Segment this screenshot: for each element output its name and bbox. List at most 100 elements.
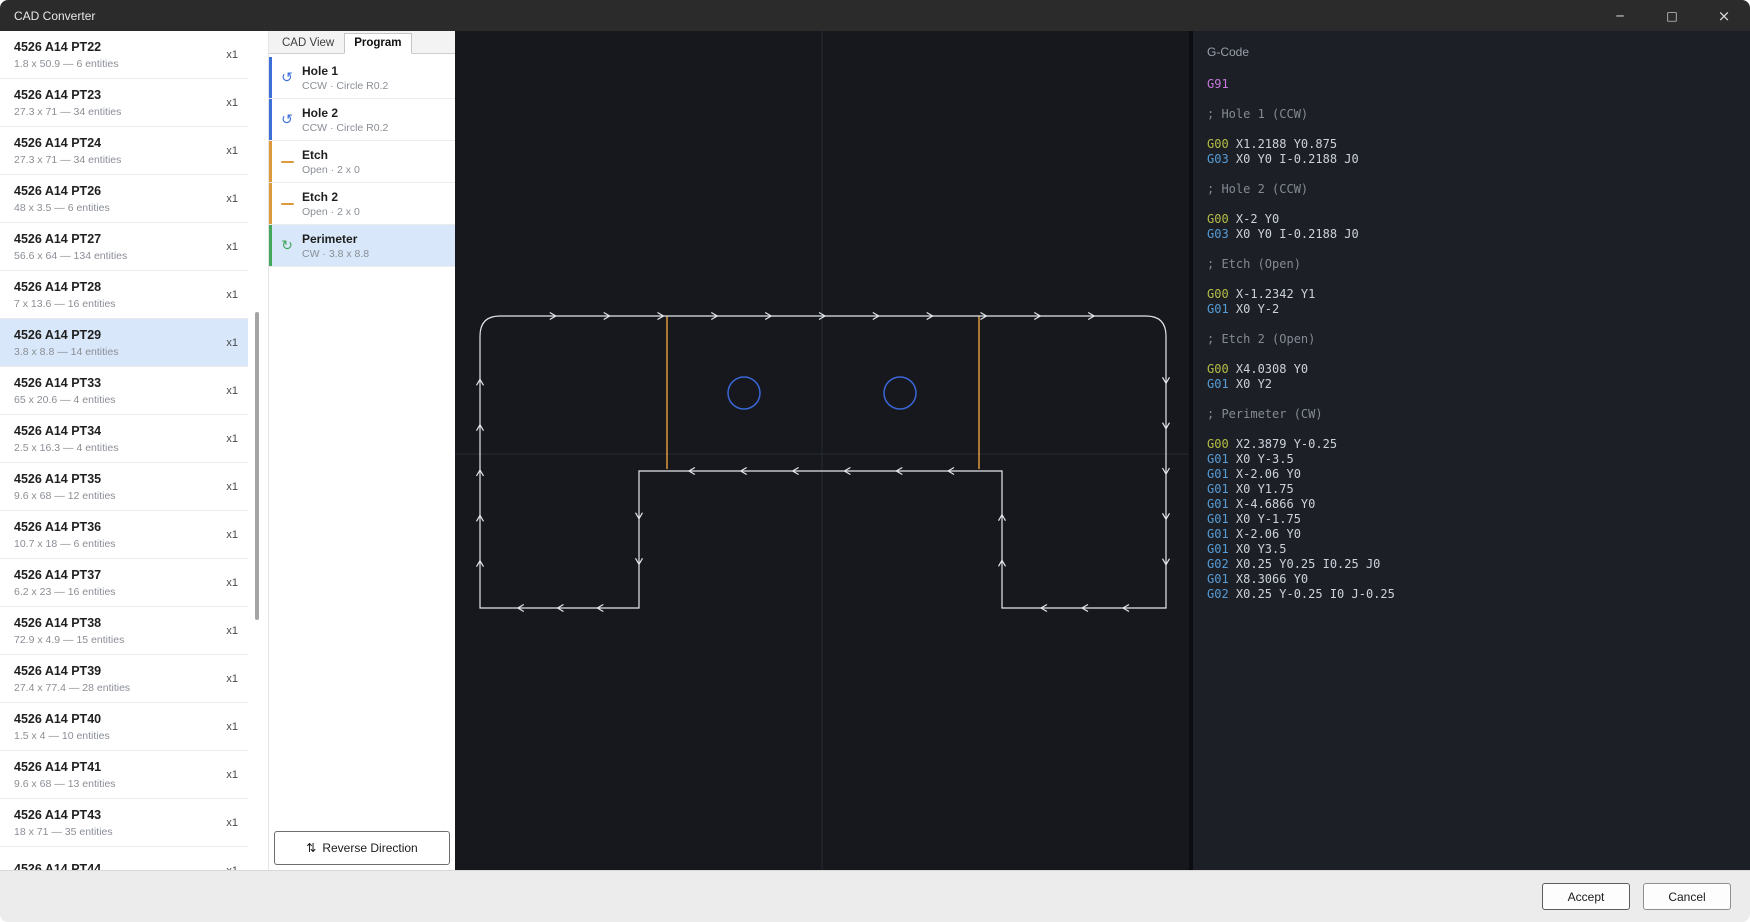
- parts-sidebar: 4526 A14 PT221.8 x 50.9 — 6 entitiesx145…: [0, 31, 248, 870]
- tab-program[interactable]: Program: [344, 33, 411, 54]
- part-list-item[interactable]: 4526 A14 PT3365 x 20.6 — 4 entitiesx1: [0, 367, 248, 415]
- part-info: 4526 A14 PT35 9.6 x 68 — 12 entities: [14, 471, 218, 501]
- window-title: CAD Converter: [0, 9, 95, 23]
- part-name: 4526 A14 PT41: [14, 759, 218, 775]
- cw-arrow-icon: ↻: [277, 237, 297, 254]
- part-quantity: x1: [226, 481, 238, 493]
- part-name: 4526 A14 PT28: [14, 279, 218, 295]
- part-quantity: x1: [226, 385, 238, 397]
- part-quantity: x1: [226, 817, 238, 829]
- part-list-item[interactable]: 4526 A14 PT419.6 x 68 — 13 entitiesx1: [0, 751, 248, 799]
- reverse-direction-button[interactable]: ⇅ Reverse Direction: [274, 831, 450, 865]
- operation-item[interactable]: ↺Hole 1CCW · Circle R0.2: [269, 57, 455, 99]
- part-list-item[interactable]: 4526 A14 PT2648 x 3.5 — 6 entities x1: [0, 175, 248, 223]
- etch-dash-shape: [281, 203, 294, 205]
- part-name: 4526 A14 PT44: [14, 861, 218, 870]
- gcode-line: G01 X0 Y-1.75: [1207, 512, 1738, 527]
- part-list-item[interactable]: 4526 A14 PT401.5 x 4 — 10 entitiesx1: [0, 703, 248, 751]
- operation-color-strip: [269, 141, 272, 182]
- gcode-line: [1207, 122, 1738, 137]
- part-meta: 27.4 x 77.4 — 28 entities: [14, 682, 218, 694]
- part-list-item[interactable]: 4526 A14 PT22 1.8 x 50.9 — 6 entities x1: [0, 31, 248, 79]
- part-list-item[interactable]: 4526 A14 PT4318 x 71 — 35 entitiesx1: [0, 799, 248, 847]
- part-quantity: x1: [226, 145, 238, 157]
- part-quantity: x1: [226, 193, 238, 205]
- part-list-item[interactable]: 4526 A14 PT342.5 x 16.3 — 4 entitiesx1: [0, 415, 248, 463]
- part-list-item[interactable]: 4526 A14 PT3872.9 x 4.9 — 15 entitiesx1: [0, 607, 248, 655]
- part-name: 4526 A14 PT35: [14, 471, 218, 487]
- sidebar-scrollbar-thumb[interactable]: [255, 312, 259, 620]
- part-list-item[interactable]: 4526 A14 PT287 x 13.6 — 16 entitiesx1: [0, 271, 248, 319]
- gcode-line: G01 X0 Y1.75: [1207, 482, 1738, 497]
- part-name: 4526 A14 PT23: [14, 87, 218, 103]
- part-meta: 48 x 3.5 — 6 entities: [14, 202, 218, 214]
- cad-drawing: [455, 31, 1189, 870]
- part-list-item[interactable]: 4526 A14 PT3610.7 x 18 — 6 entitiesx1: [0, 511, 248, 559]
- gcode-line: G01 X-2.06 Y0: [1207, 527, 1738, 542]
- gcode-line: ; Perimeter (CW): [1207, 407, 1738, 422]
- etch-line-icon: [277, 161, 297, 163]
- gcode-line: [1207, 92, 1738, 107]
- part-quantity: x1: [226, 241, 238, 253]
- part-list-item[interactable]: 4526 A14 PT376.2 x 23 — 16 entitiesx1: [0, 559, 248, 607]
- close-button[interactable]: ×: [1698, 0, 1750, 31]
- part-quantity: x1: [226, 289, 238, 301]
- operation-color-strip: [269, 99, 272, 140]
- tab-cad-view[interactable]: CAD View: [272, 33, 344, 53]
- part-list-item[interactable]: 4526 A14 PT35 9.6 x 68 — 12 entities x1: [0, 463, 248, 511]
- operation-item[interactable]: ↺Hole 2CCW · Circle R0.2: [269, 99, 455, 141]
- operation-info: Etch 2Open · 2 x 0: [302, 190, 360, 218]
- gcode-line: G00 X-2 Y0: [1207, 212, 1738, 227]
- part-meta: 1.8 x 50.9 — 6 entities: [14, 58, 218, 70]
- gcode-line: G00 X1.2188 Y0.875: [1207, 137, 1738, 152]
- part-quantity: x1: [226, 49, 238, 61]
- accept-button[interactable]: Accept: [1542, 883, 1630, 910]
- part-meta: 27.3 x 71 — 34 entities: [14, 154, 218, 166]
- gcode-line: G00 X-1.2342 Y1: [1207, 287, 1738, 302]
- operation-meta: Open · 2 x 0: [302, 206, 360, 218]
- maximize-button[interactable]: □: [1646, 0, 1698, 31]
- gcode-line: G01 X-4.6866 Y0: [1207, 497, 1738, 512]
- gcode-line: [1207, 167, 1738, 182]
- minimize-button[interactable]: ─: [1594, 0, 1646, 31]
- part-info: 4526 A14 PT376.2 x 23 — 16 entities: [14, 567, 218, 597]
- operation-color-strip: [269, 183, 272, 224]
- part-meta: 27.3 x 71 — 34 entities: [14, 106, 218, 118]
- part-list-item[interactable]: 4526 A14 PT2327.3 x 71 — 34 entitiesx1: [0, 79, 248, 127]
- part-meta: 72.9 x 4.9 — 15 entities: [14, 634, 218, 646]
- gcode-line: G01 X-2.06 Y0: [1207, 467, 1738, 482]
- sidebar-scrollbar-track[interactable]: [248, 31, 268, 870]
- cad-canvas[interactable]: [455, 31, 1193, 870]
- operation-item[interactable]: EtchOpen · 2 x 0: [269, 141, 455, 183]
- gcode-line: G91: [1207, 77, 1738, 92]
- part-list-item[interactable]: 4526 A14 PT44x1: [0, 847, 248, 870]
- part-info: 4526 A14 PT2648 x 3.5 — 6 entities: [14, 183, 218, 213]
- etch-line-icon: [277, 203, 297, 205]
- cancel-button[interactable]: Cancel: [1643, 883, 1731, 910]
- part-info: 4526 A14 PT293.8 x 8.8 — 14 entities: [14, 327, 218, 357]
- part-list-item[interactable]: 4526 A14 PT293.8 x 8.8 — 14 entities x1: [0, 319, 248, 367]
- gcode-line: G03 X0 Y0 I-0.2188 J0: [1207, 152, 1738, 167]
- part-quantity: x1: [226, 337, 238, 349]
- operation-title: Perimeter: [302, 232, 369, 247]
- part-quantity: x1: [226, 721, 238, 733]
- operation-item[interactable]: Etch 2Open · 2 x 0: [269, 183, 455, 225]
- gcode-line: ; Hole 2 (CCW): [1207, 182, 1738, 197]
- part-meta: 10.7 x 18 — 6 entities: [14, 538, 218, 550]
- part-list-item[interactable]: 4526 A14 PT2756.6 x 64 — 134 entitiesx1: [0, 223, 248, 271]
- part-list-item[interactable]: 4526 A14 PT3927.4 x 77.4 — 28 entitiesx1: [0, 655, 248, 703]
- part-meta: 6.2 x 23 — 16 entities: [14, 586, 218, 598]
- part-meta: 9.6 x 68 — 12 entities: [14, 490, 218, 502]
- titlebar[interactable]: CAD Converter ─ □ ×: [0, 0, 1750, 31]
- operation-meta: CCW · Circle R0.2: [302, 80, 388, 92]
- part-name: 4526 A14 PT22: [14, 39, 218, 55]
- part-info: 4526 A14 PT36 10.7 x 18 — 6 entities: [14, 519, 218, 549]
- parts-list: 4526 A14 PT221.8 x 50.9 — 6 entitiesx145…: [0, 31, 248, 870]
- part-list-item[interactable]: 4526 A14 PT2427.3 x 71 — 34 entitiesx1: [0, 127, 248, 175]
- operation-item[interactable]: ↻PerimeterCW · 3.8 x 8.8: [269, 225, 455, 267]
- operation-color-strip: [269, 225, 272, 266]
- part-name: 4526 A14 PT36: [14, 519, 218, 535]
- reverse-direction-label: Reverse Direction: [322, 841, 417, 855]
- part-name: 4526 A14 PT38: [14, 615, 218, 631]
- part-info: 4526 A14 PT38 72.9 x 4.9 — 15 entities: [14, 615, 218, 645]
